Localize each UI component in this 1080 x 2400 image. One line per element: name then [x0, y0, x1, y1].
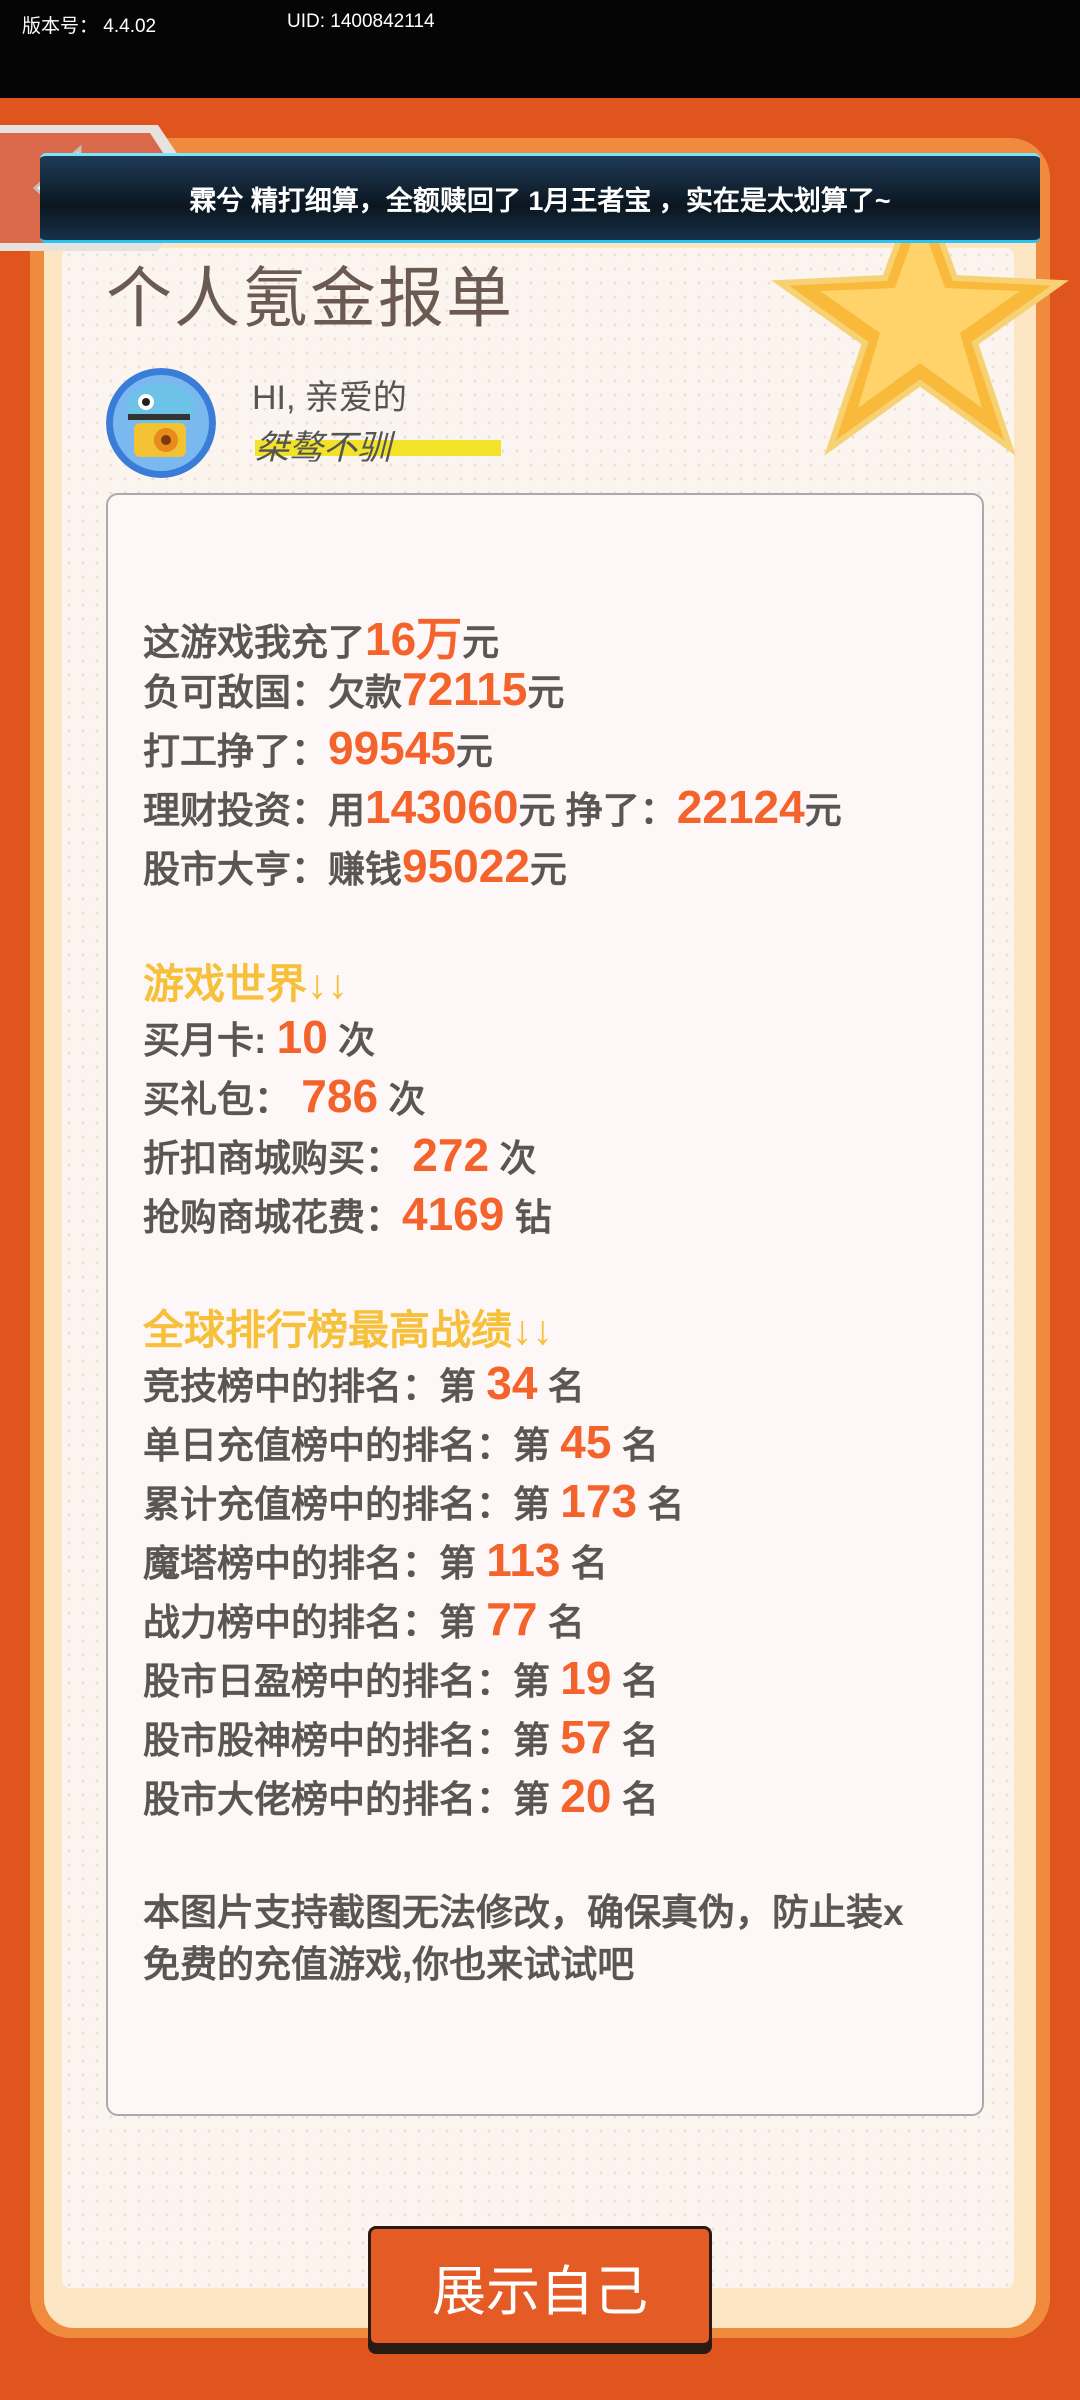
monthly-card-value: 10 [276, 1011, 328, 1063]
rank-row: 股市股神榜中的排名：第 57 名 [143, 1711, 659, 1763]
rank-row: 股市大佬榜中的排名：第 20 名 [143, 1770, 659, 1822]
invest-line: 理财投资：用143060元 挣了：22124元 [143, 781, 842, 833]
rank-value: 34 [486, 1357, 538, 1409]
invest-earned-value: 22124 [676, 781, 805, 833]
uid-text: UID: 1400842114 [287, 11, 435, 32]
page-title: 个人氪金报单 [106, 261, 514, 335]
game-world-heading: 游戏世界↓↓ [143, 961, 348, 1007]
debt-value: 72115 [402, 663, 528, 715]
notice-text: 霖兮 精打细算，全额赎回了 1月王者宝 ，实在是太划算了~ [189, 185, 891, 216]
status-bar: 版本号： 4.4.02 UID: 1400842114 [0, 0, 1080, 98]
rank-value: 77 [486, 1593, 538, 1645]
recharge-value: 16万 [365, 613, 463, 665]
monthly-card-line: 买月卡: 10 次 [143, 1011, 376, 1063]
show-yourself-label: 展示自己 [432, 2261, 648, 2322]
rank-value: 113 [486, 1534, 561, 1586]
footer-note-line1: 本图片支持截图无法修改，确保真伪，防止装x [143, 1892, 904, 1933]
footer-note-line2: 免费的充值游戏,你也来试试吧 [143, 1944, 635, 1985]
invest-used-value: 143060 [365, 781, 519, 833]
greeting-text: HI, 亲爱的 [252, 379, 407, 417]
flash-shop-value: 4169 [402, 1188, 505, 1240]
work-line: 打工挣了：99545元 [143, 722, 493, 774]
gift-pack-value: 786 [301, 1070, 379, 1122]
rank-row: 竞技榜中的排名：第 34 名 [143, 1357, 585, 1409]
rank-row: 累计充值榜中的排名：第 173 名 [143, 1475, 685, 1527]
debt-line: 负可敌国：欠款72115元 [143, 663, 565, 715]
avatar [106, 368, 216, 478]
discount-shop-value: 272 [412, 1129, 490, 1181]
ranking-heading: 全球排行榜最高战绩↓↓ [143, 1307, 553, 1353]
rank-row: 魔塔榜中的排名：第 113 名 [143, 1534, 608, 1586]
notice-banner: 霖兮 精打细算，全额赎回了 1月王者宝 ，实在是太划算了~ [40, 153, 1040, 243]
nickname: 桀骜不驯 [255, 429, 391, 467]
rank-value: 173 [560, 1475, 638, 1527]
show-yourself-button[interactable]: 展示自己 [368, 2226, 712, 2346]
recharge-line: 这游戏我充了16万元 [143, 613, 500, 665]
rank-row: 单日充值榜中的排名：第 45 名 [143, 1416, 659, 1468]
rank-value: 19 [560, 1652, 612, 1704]
rank-value: 57 [560, 1711, 612, 1763]
discount-shop-line: 折扣商城购买： 272 次 [143, 1129, 537, 1181]
work-value: 99545 [328, 722, 456, 774]
gift-pack-line: 买礼包： 786 次 [143, 1070, 426, 1122]
rank-value: 20 [560, 1770, 612, 1822]
rank-value: 45 [560, 1416, 612, 1468]
flash-shop-line: 抢购商城花费：4169 钻 [143, 1188, 552, 1240]
version-text: 版本号： 4.4.02 [22, 16, 157, 37]
rank-row: 股市日盈榜中的排名：第 19 名 [143, 1652, 659, 1704]
stock-line: 股市大亨：赚钱95022元 [143, 840, 567, 892]
rank-row: 战力榜中的排名：第 77 名 [143, 1593, 585, 1645]
stock-value: 95022 [402, 840, 530, 892]
